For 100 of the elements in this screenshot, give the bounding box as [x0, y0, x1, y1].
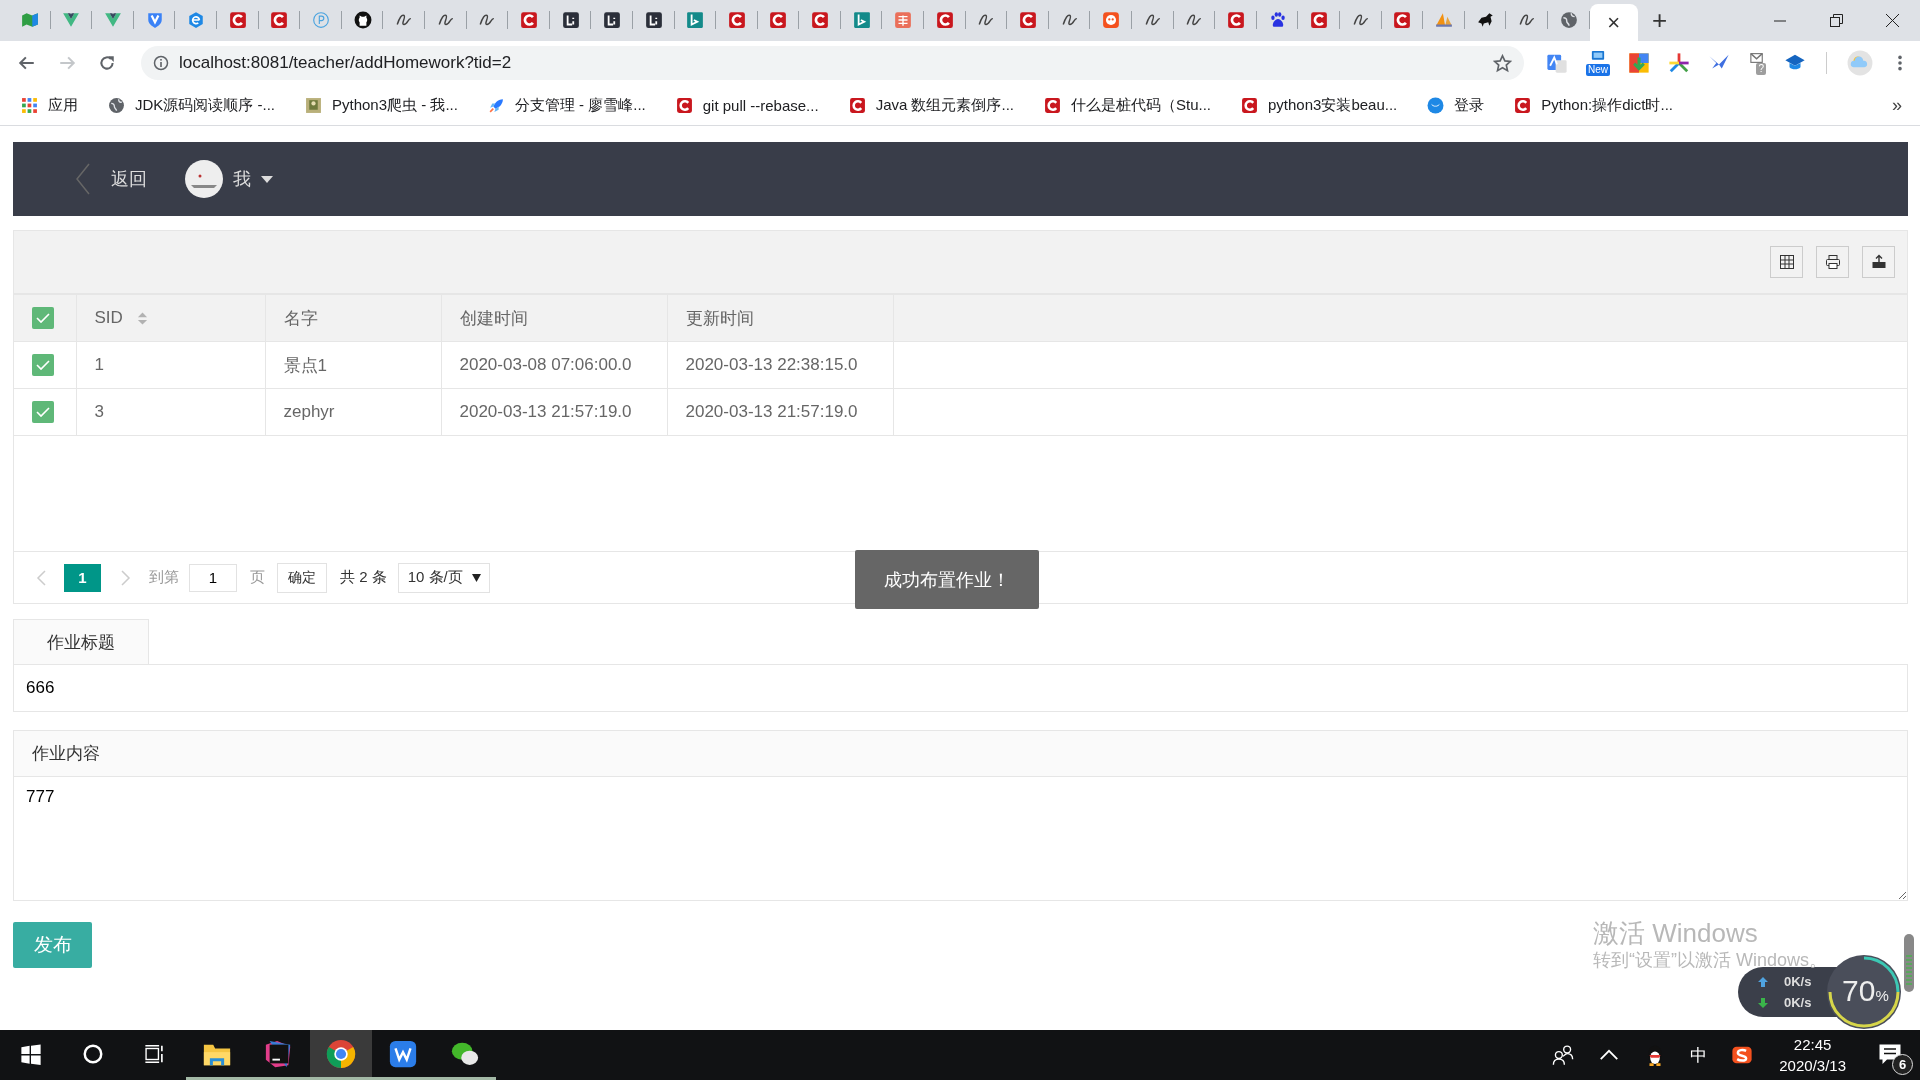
c-logo-icon	[1019, 11, 1038, 29]
task-view-icon	[144, 1042, 166, 1065]
back-arrow-icon[interactable]	[18, 54, 36, 72]
field-label: 作业标题	[13, 619, 149, 664]
b-logo-icon	[686, 11, 705, 29]
bookmark-item[interactable]: Java 数组元素倒序...	[844, 95, 1018, 115]
bracket-logo-icon	[561, 11, 580, 29]
asterisk-logo-icon[interactable]	[1668, 52, 1690, 74]
input-method-indicator[interactable]: 中	[1690, 1043, 1708, 1067]
people-icon[interactable]	[1552, 1044, 1575, 1066]
checkbox[interactable]	[32, 354, 54, 376]
bookmark-item[interactable]: Python:操作dict时...	[1510, 95, 1677, 115]
restore-icon[interactable]	[1828, 13, 1844, 28]
caret-down-icon[interactable]	[261, 175, 273, 183]
sail-logo-icon	[1435, 11, 1453, 29]
more-bookmarks-button[interactable]: »	[1892, 94, 1902, 116]
reload-icon[interactable]	[98, 54, 116, 72]
table-cell: 2020-03-08 07:06:00.0	[441, 341, 667, 389]
export-button[interactable]	[1862, 246, 1895, 278]
columns-button[interactable]	[1770, 246, 1803, 278]
browser-tab[interactable]: ×	[1589, 4, 1638, 41]
activation-hint: 转到“设置”以激活 Windows。	[1593, 949, 1827, 971]
bracket-logo-icon	[603, 11, 622, 29]
bookmark-item[interactable]: 什么是桩代码（Stu...	[1040, 95, 1215, 115]
star-icon[interactable]	[1493, 53, 1512, 73]
hexagon-icon	[187, 11, 206, 29]
printer-icon	[1824, 254, 1841, 270]
column-header: 创建时间	[459, 307, 528, 330]
close-icon[interactable]	[1884, 13, 1900, 28]
c-logo-icon	[519, 11, 538, 29]
bookmark-item[interactable]: 分支管理 - 廖雪峰...	[483, 95, 650, 115]
page-size-select[interactable]: 10 条/页	[397, 562, 490, 593]
b-logo-icon	[852, 11, 871, 29]
rocket-icon	[487, 96, 505, 114]
c-logo-icon	[727, 11, 746, 29]
grid-logo-icon	[894, 11, 913, 29]
search-icon	[82, 1042, 104, 1065]
bookmark-item[interactable]: 应用	[17, 95, 82, 115]
swoosh-logo-icon[interactable]	[1731, 1044, 1754, 1066]
globe-icon	[108, 96, 125, 114]
c-logo-icon	[675, 96, 693, 114]
back-button[interactable]: 返回	[75, 163, 147, 195]
horse-icon	[1476, 11, 1495, 29]
apps-grid-icon	[21, 96, 38, 114]
toast-message: 成功布置作业！	[855, 550, 1039, 609]
percent-unit: %	[1875, 987, 1889, 1004]
page-button[interactable]: 1	[64, 563, 101, 592]
chevron-logo-icon	[62, 11, 81, 29]
bookmark-item[interactable]: JDK源码阅读顺序 -...	[104, 95, 279, 115]
mail-icon[interactable]	[1748, 51, 1766, 65]
table-cell: zephyr	[265, 388, 441, 436]
address-bar[interactable]: localhost:8081/teacher/addHomework?tid=2	[141, 46, 1524, 80]
c-logo-icon	[769, 11, 788, 29]
chevron-logo-icon	[104, 11, 122, 29]
bookmark-item[interactable]: git pull --rebase...	[671, 96, 823, 114]
column-header[interactable]: SID	[94, 308, 123, 328]
upload-speed: 0K/s	[1784, 974, 1812, 989]
table-cell: 3	[76, 388, 265, 436]
extension-badge: ?	[1756, 63, 1766, 75]
bookmark-item[interactable]: 登录	[1423, 95, 1489, 115]
clock-time[interactable]: 22:45	[1793, 1034, 1832, 1055]
checkbox[interactable]	[32, 401, 54, 423]
title-field[interactable]: 666	[13, 664, 1908, 712]
avatar-icon[interactable]	[185, 160, 223, 198]
paw-icon	[1268, 11, 1287, 29]
table-cell: 2020-03-13 21:57:19.0	[667, 388, 893, 436]
mascot-logo-icon	[1102, 11, 1121, 29]
translate-icon[interactable]	[1546, 52, 1568, 74]
cat-logo-icon	[353, 11, 372, 29]
ring-logo-icon	[311, 11, 330, 29]
download-icon[interactable]	[1628, 52, 1650, 74]
confirm-button[interactable]: 确定	[277, 562, 327, 593]
goto-label: 到第	[149, 568, 179, 587]
page-unit-label: 页	[250, 568, 265, 587]
chrome-logo-icon	[326, 1038, 356, 1069]
table-cell: 2020-03-13 21:57:19.0	[441, 388, 667, 436]
usage-percent: 70	[1842, 974, 1876, 1008]
bracket-logo-icon	[644, 11, 663, 29]
notification-count: 6	[1892, 1054, 1913, 1075]
c-logo-icon	[270, 11, 289, 29]
c-logo-icon	[1044, 96, 1061, 114]
bookmark-item[interactable]: Python3爬虫 - 我...	[301, 95, 462, 115]
clock-date[interactable]: 2020/3/13	[1779, 1055, 1846, 1076]
info-icon	[153, 55, 169, 71]
windows-logo-icon	[20, 1042, 42, 1065]
download-arrow-icon	[1758, 997, 1768, 1008]
printer-button[interactable]	[1816, 246, 1849, 278]
new-tab-button[interactable]: +	[1637, 3, 1682, 37]
bookmark-item[interactable]: python3安装beau...	[1237, 95, 1402, 115]
c-logo-icon	[1514, 96, 1532, 114]
content-field[interactable]: 777	[13, 777, 1908, 901]
taskbar-app[interactable]	[310, 1030, 372, 1080]
table-cell: 景点1	[265, 341, 441, 389]
upload-arrow-icon	[1758, 976, 1768, 987]
document-logo-icon	[388, 1038, 418, 1069]
checkbox[interactable]	[32, 307, 54, 329]
page-number-field[interactable]: 1	[189, 563, 237, 592]
table-cell: 2020-03-13 22:38:15.0	[667, 341, 893, 389]
user-menu[interactable]: 我	[233, 167, 251, 191]
meter-drawing	[1904, 934, 1914, 992]
